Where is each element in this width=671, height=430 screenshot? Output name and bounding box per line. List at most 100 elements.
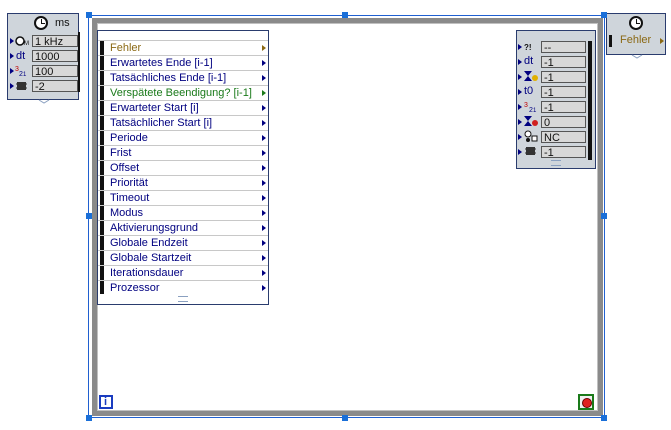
output-row: 0 [517, 114, 587, 129]
unbundle-item[interactable]: Tatsächliches Ende [i-1] [98, 70, 268, 85]
unbundle-item[interactable]: Offset [98, 160, 268, 175]
unbundle-item-label: Globale Endzeit [110, 237, 188, 249]
svg-text:1: 1 [533, 108, 537, 113]
output-row: -1 [517, 69, 587, 84]
resize-handle-mr[interactable] [601, 213, 607, 219]
resize-handle-bc[interactable] [342, 415, 348, 421]
unbundle-item[interactable]: Iterationsdauer [98, 265, 268, 280]
unbundle-item[interactable]: Periode [98, 130, 268, 145]
timing-source-titlebar: ms [8, 14, 78, 32]
output-arrow-icon [262, 285, 266, 291]
unbundle-item-label: Timeout [110, 192, 150, 204]
resize-grip[interactable] [178, 296, 188, 302]
unbundle-item[interactable]: Erwartetes Ende [i-1] [98, 55, 268, 70]
stop-icon [582, 398, 592, 408]
unbundle-item[interactable]: Priorität [98, 175, 268, 190]
unbundle-item-label: Verspätete Beendigung? [i-1] [110, 87, 252, 99]
hourglass-error-icon [524, 116, 538, 126]
dt-value[interactable]: 1000 [32, 50, 78, 63]
unbundle-item[interactable]: Prozessor [98, 280, 268, 295]
mode-icon [524, 130, 538, 142]
unbundle-item[interactable]: Frist [98, 145, 268, 160]
left-data-node-header [98, 31, 268, 40]
stop-terminal[interactable] [578, 394, 594, 410]
node-side-bar [588, 41, 592, 160]
resize-handle-bl[interactable] [86, 415, 92, 421]
unbundle-item[interactable]: Globale Startzeit [98, 250, 268, 265]
resize-handle-ml[interactable] [86, 213, 92, 219]
unbundle-item[interactable]: Aktivierungsgrund [98, 220, 268, 235]
output-value[interactable]: -1 [541, 101, 586, 114]
svg-text:3: 3 [524, 102, 528, 109]
output-arrow-icon [262, 240, 266, 246]
priority-value[interactable]: 100 [32, 65, 78, 78]
unbundle-item[interactable]: Tatsächlicher Start [i] [98, 115, 268, 130]
output-arrow-icon [262, 225, 266, 231]
resize-handle-tr[interactable] [601, 12, 607, 18]
output-value[interactable]: -- [541, 41, 586, 54]
output-value[interactable]: -1 [541, 71, 586, 84]
processor-icon [10, 82, 27, 90]
unbundle-item-label: Fehler [110, 42, 142, 54]
clock-icon [34, 16, 48, 30]
clock-source-icon: M [10, 36, 29, 47]
output-value[interactable]: 0 [541, 116, 586, 129]
timing-source-node[interactable]: ms M 1 kHz dt 1000 3 2 1 100 -2 [7, 13, 80, 104]
output-arrow-icon [262, 210, 266, 216]
output-arrow-icon [262, 150, 266, 156]
unbundle-item-label: Erwartetes Ende [i-1] [110, 57, 213, 69]
output-arrow-icon [262, 45, 266, 51]
output-row: NC [517, 129, 587, 144]
clock-icon [629, 16, 643, 30]
unbundle-item-label: Prozessor [110, 282, 160, 294]
right-data-node[interactable]: ?! -- dt -1 -1 t0 -1 3 2 1 -1 0 NC -1 [516, 30, 596, 169]
output-value[interactable]: -1 [541, 56, 586, 69]
timing-row-source: M 1 kHz [10, 34, 78, 48]
error-warning-icon: ?! [524, 43, 532, 52]
dt-label: dt [16, 50, 26, 62]
priority-icon: 32 1 [524, 102, 537, 113]
output-arrow-icon [262, 135, 266, 141]
output-value[interactable]: NC [541, 131, 586, 144]
svg-text:?!: ?! [524, 43, 532, 52]
priority-icon: 3 2 1 [10, 66, 27, 77]
output-value[interactable]: -1 [541, 146, 586, 159]
expand-handle[interactable] [631, 47, 643, 59]
node-side-bar [78, 32, 80, 92]
unbundle-item-label: Priorität [110, 177, 148, 189]
unbundle-item[interactable]: Erwarteter Start [i] [98, 100, 268, 115]
output-arrow-icon [262, 90, 266, 96]
error-out-node[interactable]: Fehler [606, 13, 666, 59]
hourglass-warning-icon [524, 71, 538, 81]
output-row: dt -1 [517, 54, 587, 69]
resize-handle-tc[interactable] [342, 12, 348, 18]
error-arrow-icon [660, 38, 664, 44]
output-arrow-icon [262, 75, 266, 81]
t0-label: t0 [524, 85, 534, 97]
unbundle-item[interactable]: Timeout [98, 190, 268, 205]
unbundle-item[interactable]: Globale Endzeit [98, 235, 268, 250]
unbundle-item[interactable]: Verspätete Beendigung? [i-1] [98, 85, 268, 100]
processor-icon [525, 147, 536, 155]
unbundle-item[interactable]: Fehler [98, 40, 268, 55]
resize-handle-br[interactable] [601, 415, 607, 421]
unbundle-item-label: Frist [110, 147, 132, 159]
output-arrow-icon [262, 195, 266, 201]
node-side-bar [609, 35, 612, 47]
output-value[interactable]: -1 [541, 86, 586, 99]
unbundle-item-label: Iterationsdauer [110, 267, 184, 279]
unbundle-item-label: Offset [110, 162, 140, 174]
resize-handle-tl[interactable] [86, 12, 92, 18]
resize-grip[interactable] [551, 160, 561, 166]
expand-handle[interactable] [38, 92, 50, 104]
output-arrow-icon [262, 105, 266, 111]
processor-value[interactable]: -2 [32, 80, 78, 93]
unbundle-item[interactable]: Modus [98, 205, 268, 220]
left-data-node[interactable]: Fehler Erwartetes Ende [i-1] Tatsächliches… [97, 30, 269, 305]
output-row: t0 -1 [517, 84, 587, 99]
output-row: 3 2 1 -1 [517, 99, 587, 114]
unit-label: ms [55, 17, 70, 29]
unbundle-item-label: Erwarteter Start [i] [110, 102, 199, 114]
iteration-terminal[interactable]: i [99, 395, 113, 409]
clock-source-value[interactable]: 1 kHz [32, 35, 78, 48]
